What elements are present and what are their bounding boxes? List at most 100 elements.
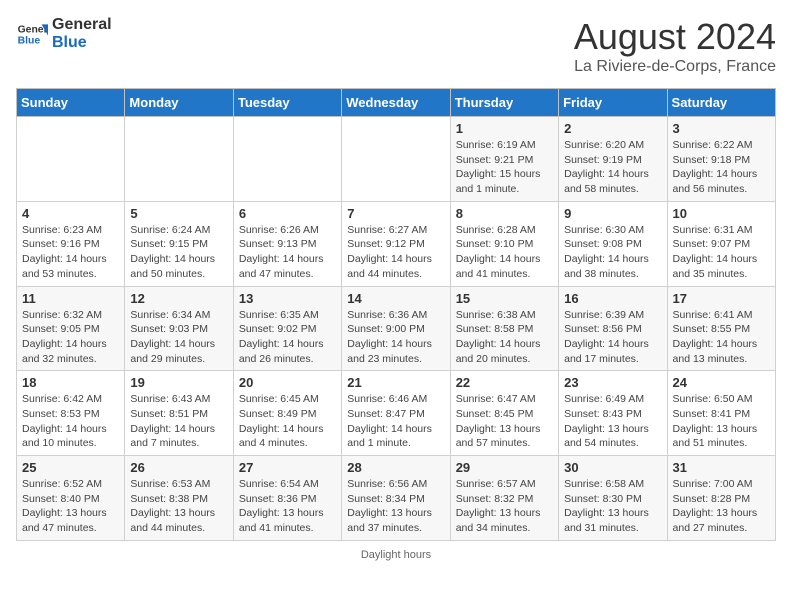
calendar-cell: 5 Sunrise: 6:24 AM Sunset: 9:15 PM Daylig… bbox=[125, 201, 233, 286]
calendar-cell: 17 Sunrise: 6:41 AM Sunset: 8:55 PM Dayli… bbox=[667, 286, 775, 371]
calendar-cell: 24Sunrise: 6:50 AM Sunset: 8:41 PM Dayli… bbox=[667, 371, 775, 456]
day-number: 22 bbox=[456, 375, 553, 390]
day-number: 15 bbox=[456, 291, 553, 306]
day-info: Sunrise: 6:50 AM Sunset: 8:41 PM Dayligh… bbox=[673, 392, 770, 451]
day-info: Sunrise: 6:38 AM Sunset: 8:58 PM Dayligh… bbox=[456, 308, 553, 367]
calendar-cell: 23 Sunrise: 6:49 AM Sunset: 8:43 PM Dayli… bbox=[559, 371, 667, 456]
weekday-header: Monday bbox=[125, 89, 233, 117]
page-title: August 2024 bbox=[574, 16, 776, 58]
svg-text:Blue: Blue bbox=[18, 35, 41, 46]
calendar-cell: 19 Sunrise: 6:43 AM Sunset: 8:51 PM Dayli… bbox=[125, 371, 233, 456]
calendar-cell: 2 Sunrise: 6:20 AM Sunset: 9:19 PM Daylig… bbox=[559, 117, 667, 202]
logo-line2: Blue bbox=[52, 34, 112, 52]
day-number: 3 bbox=[673, 121, 770, 136]
calendar-cell bbox=[342, 117, 450, 202]
calendar-cell: 14 Sunrise: 6:36 AM Sunset: 9:00 PM Dayli… bbox=[342, 286, 450, 371]
calendar-cell: 26Sunrise: 6:53 AM Sunset: 8:38 PM Dayli… bbox=[125, 456, 233, 541]
calendar-cell: 25 Sunrise: 6:52 AM Sunset: 8:40 PM Dayli… bbox=[17, 456, 125, 541]
logo: General Blue General Blue bbox=[16, 16, 112, 51]
calendar-cell: 18 Sunrise: 6:42 AM Sunset: 8:53 PM Dayli… bbox=[17, 371, 125, 456]
logo-icon: General Blue bbox=[16, 18, 48, 50]
day-number: 29 bbox=[456, 460, 553, 475]
calendar-cell bbox=[17, 117, 125, 202]
day-number: 19 bbox=[130, 375, 227, 390]
calendar-cell bbox=[233, 117, 341, 202]
calendar-cell: 10 Sunrise: 6:31 AM Sunset: 9:07 PM Dayli… bbox=[667, 201, 775, 286]
calendar-cell: 16 Sunrise: 6:39 AM Sunset: 8:56 PM Dayli… bbox=[559, 286, 667, 371]
day-info: Sunrise: 6:49 AM Sunset: 8:43 PM Dayligh… bbox=[564, 392, 661, 451]
day-info: Sunrise: 6:27 AM Sunset: 9:12 PM Dayligh… bbox=[347, 223, 444, 282]
weekday-header: Sunday bbox=[17, 89, 125, 117]
title-block: August 2024 La Riviere-de-Corps, France bbox=[574, 16, 776, 76]
day-number: 9 bbox=[564, 206, 661, 221]
day-number: 2 bbox=[564, 121, 661, 136]
calendar-cell: 31 Sunrise: 7:00 AM Sunset: 8:28 PM Dayli… bbox=[667, 456, 775, 541]
weekday-header: Saturday bbox=[667, 89, 775, 117]
page-subtitle: La Riviere-de-Corps, France bbox=[574, 58, 776, 76]
day-number: 12 bbox=[130, 291, 227, 306]
day-info: Sunrise: 6:19 AM Sunset: 9:21 PM Dayligh… bbox=[456, 138, 553, 197]
calendar-cell bbox=[125, 117, 233, 202]
calendar-table: SundayMondayTuesdayWednesdayThursdayFrid… bbox=[16, 88, 776, 541]
day-number: 4 bbox=[22, 206, 119, 221]
day-number: 31 bbox=[673, 460, 770, 475]
day-number: 30 bbox=[564, 460, 661, 475]
day-number: 21 bbox=[347, 375, 444, 390]
calendar-week-row: 18 Sunrise: 6:42 AM Sunset: 8:53 PM Dayli… bbox=[17, 371, 776, 456]
day-info: Sunrise: 6:30 AM Sunset: 9:08 PM Dayligh… bbox=[564, 223, 661, 282]
calendar-week-row: 1 Sunrise: 6:19 AM Sunset: 9:21 PM Daylig… bbox=[17, 117, 776, 202]
calendar-week-row: 25 Sunrise: 6:52 AM Sunset: 8:40 PM Dayli… bbox=[17, 456, 776, 541]
calendar-cell: 21Sunrise: 6:46 AM Sunset: 8:47 PM Dayli… bbox=[342, 371, 450, 456]
day-number: 18 bbox=[22, 375, 119, 390]
day-number: 17 bbox=[673, 291, 770, 306]
day-info: Sunrise: 6:31 AM Sunset: 9:07 PM Dayligh… bbox=[673, 223, 770, 282]
day-info: Sunrise: 6:28 AM Sunset: 9:10 PM Dayligh… bbox=[456, 223, 553, 282]
day-number: 14 bbox=[347, 291, 444, 306]
day-number: 25 bbox=[22, 460, 119, 475]
day-info: Sunrise: 6:36 AM Sunset: 9:00 PM Dayligh… bbox=[347, 308, 444, 367]
day-number: 23 bbox=[564, 375, 661, 390]
day-info: Sunrise: 6:41 AM Sunset: 8:55 PM Dayligh… bbox=[673, 308, 770, 367]
weekday-header: Wednesday bbox=[342, 89, 450, 117]
day-number: 7 bbox=[347, 206, 444, 221]
day-number: 16 bbox=[564, 291, 661, 306]
day-number: 6 bbox=[239, 206, 336, 221]
day-info: Sunrise: 6:42 AM Sunset: 8:53 PM Dayligh… bbox=[22, 392, 119, 451]
day-info: Sunrise: 6:45 AM Sunset: 8:49 PM Dayligh… bbox=[239, 392, 336, 451]
day-info: Sunrise: 6:20 AM Sunset: 9:19 PM Dayligh… bbox=[564, 138, 661, 197]
day-info: Sunrise: 6:52 AM Sunset: 8:40 PM Dayligh… bbox=[22, 477, 119, 536]
day-info: Sunrise: 6:54 AM Sunset: 8:36 PM Dayligh… bbox=[239, 477, 336, 536]
day-info: Sunrise: 7:00 AM Sunset: 8:28 PM Dayligh… bbox=[673, 477, 770, 536]
calendar-cell: 22Sunrise: 6:47 AM Sunset: 8:45 PM Dayli… bbox=[450, 371, 558, 456]
calendar-cell: 13Sunrise: 6:35 AM Sunset: 9:02 PM Dayli… bbox=[233, 286, 341, 371]
day-info: Sunrise: 6:22 AM Sunset: 9:18 PM Dayligh… bbox=[673, 138, 770, 197]
day-info: Sunrise: 6:24 AM Sunset: 9:15 PM Dayligh… bbox=[130, 223, 227, 282]
calendar-cell: 30Sunrise: 6:58 AM Sunset: 8:30 PM Dayli… bbox=[559, 456, 667, 541]
calendar-cell: 7 Sunrise: 6:27 AM Sunset: 9:12 PM Daylig… bbox=[342, 201, 450, 286]
calendar-cell: 12 Sunrise: 6:34 AM Sunset: 9:03 PM Dayli… bbox=[125, 286, 233, 371]
day-info: Sunrise: 6:39 AM Sunset: 8:56 PM Dayligh… bbox=[564, 308, 661, 367]
day-number: 1 bbox=[456, 121, 553, 136]
day-info: Sunrise: 6:57 AM Sunset: 8:32 PM Dayligh… bbox=[456, 477, 553, 536]
day-info: Sunrise: 6:26 AM Sunset: 9:13 PM Dayligh… bbox=[239, 223, 336, 282]
calendar-week-row: 11Sunrise: 6:32 AM Sunset: 9:05 PM Dayli… bbox=[17, 286, 776, 371]
calendar-cell: 4Sunrise: 6:23 AM Sunset: 9:16 PM Daylig… bbox=[17, 201, 125, 286]
day-number: 10 bbox=[673, 206, 770, 221]
calendar-cell: 3 Sunrise: 6:22 AM Sunset: 9:18 PM Daylig… bbox=[667, 117, 775, 202]
calendar-week-row: 4Sunrise: 6:23 AM Sunset: 9:16 PM Daylig… bbox=[17, 201, 776, 286]
day-info: Sunrise: 6:34 AM Sunset: 9:03 PM Dayligh… bbox=[130, 308, 227, 367]
calendar-cell: 6 Sunrise: 6:26 AM Sunset: 9:13 PM Daylig… bbox=[233, 201, 341, 286]
day-number: 28 bbox=[347, 460, 444, 475]
day-info: Sunrise: 6:43 AM Sunset: 8:51 PM Dayligh… bbox=[130, 392, 227, 451]
day-number: 8 bbox=[456, 206, 553, 221]
calendar-cell: 28Sunrise: 6:56 AM Sunset: 8:34 PM Dayli… bbox=[342, 456, 450, 541]
page-header: General Blue General Blue August 2024 La… bbox=[16, 16, 776, 76]
calendar-cell: 29 Sunrise: 6:57 AM Sunset: 8:32 PM Dayli… bbox=[450, 456, 558, 541]
logo-line1: General bbox=[52, 16, 112, 34]
day-info: Sunrise: 6:53 AM Sunset: 8:38 PM Dayligh… bbox=[130, 477, 227, 536]
day-number: 5 bbox=[130, 206, 227, 221]
day-number: 20 bbox=[239, 375, 336, 390]
calendar-header-row: SundayMondayTuesdayWednesdayThursdayFrid… bbox=[17, 89, 776, 117]
weekday-header: Friday bbox=[559, 89, 667, 117]
calendar-cell: 20 Sunrise: 6:45 AM Sunset: 8:49 PM Dayli… bbox=[233, 371, 341, 456]
